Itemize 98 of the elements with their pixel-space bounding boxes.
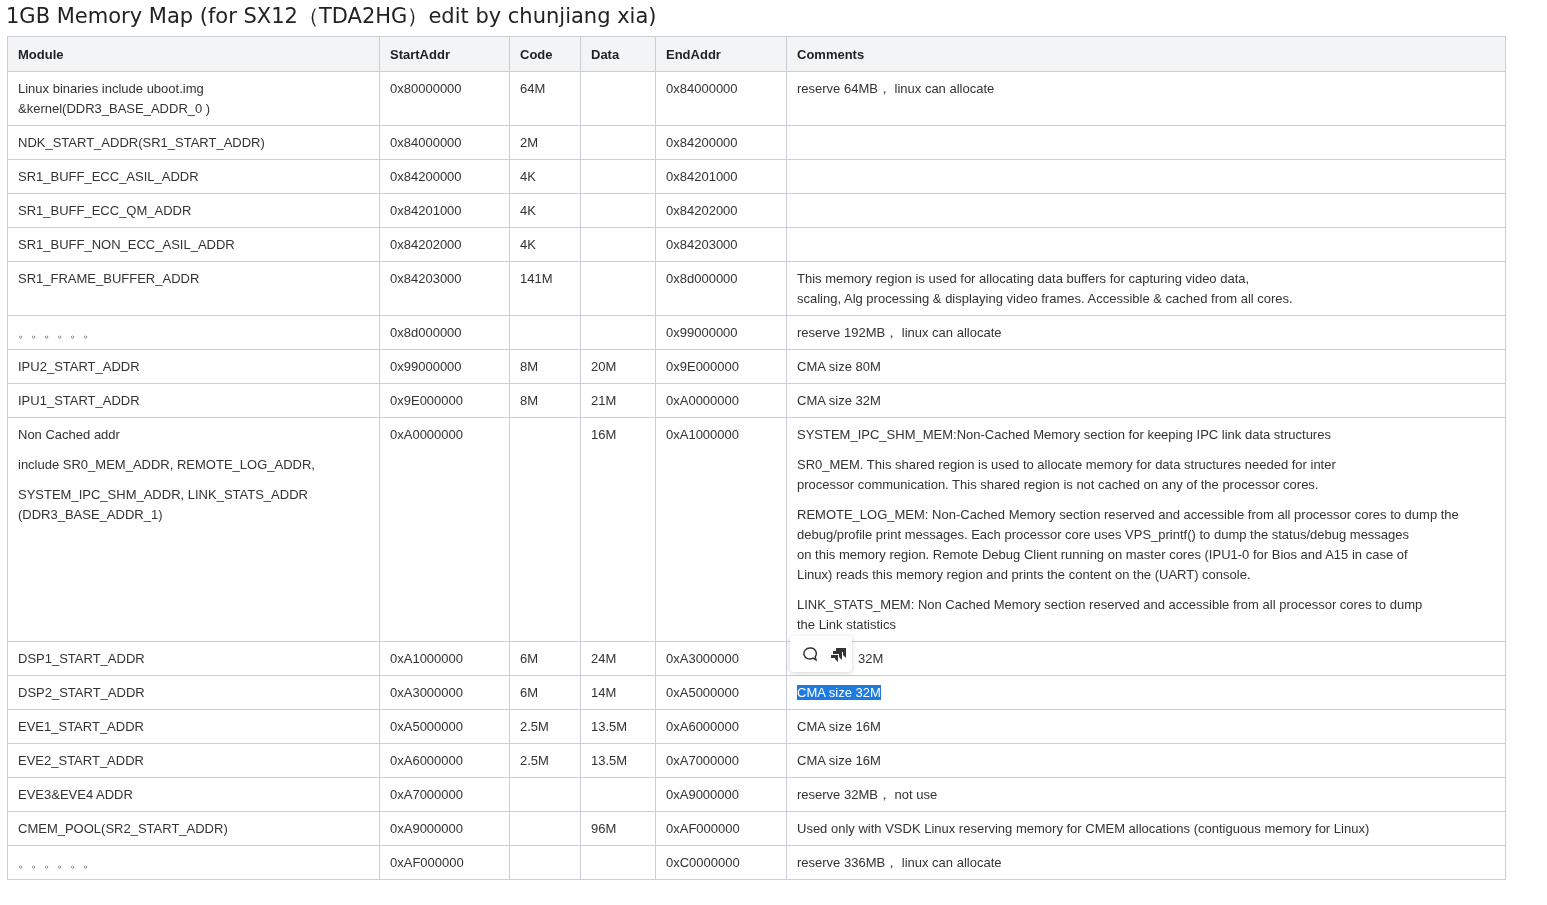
comment-text: CMA size 80M <box>797 358 882 376</box>
table-cell-text: 4K <box>520 202 537 220</box>
table-cell-text: 0xAF000000 <box>390 854 465 872</box>
comment-text: CMA size 32M <box>797 684 882 702</box>
comment-text: CMA size 16M <box>797 752 882 770</box>
table-cell-text: 0xA7000000 <box>666 752 740 770</box>
column-header: Data <box>580 36 656 72</box>
table-cell-text: 0xA6000000 <box>666 718 740 736</box>
table-cell-text: 6M <box>520 650 540 668</box>
table-cell-text: 21M <box>591 392 618 410</box>
module-name: CMEM_POOL(SR2_START_ADDR) <box>18 820 229 838</box>
table-cell-text: 0x84201000 <box>390 202 463 220</box>
table-cell-text: 13.5M <box>591 718 629 736</box>
page-title: 1GB Memory Map (for SX12（TDA2HG）edit by chunjiang xia) <box>6 3 658 30</box>
comment-text: reserve 32MB， not use <box>797 786 939 804</box>
comment-text: LINK_STATS_MEM: Non Cached Memory section reserved and accessible from all processor cores to dump the Link statistics <box>797 596 1424 634</box>
module-name: Linux binaries include uboot.img &kernel(DDR3_BASE_ADDR_0 ) <box>18 80 212 118</box>
table-cell-text: 0x84202000 <box>390 236 463 254</box>
table-cell-text: 0x84200000 <box>390 168 463 186</box>
table-cell-text: 16M <box>591 426 618 444</box>
table-cell-text: 2M <box>520 134 540 152</box>
comment-text: reserve 192MB， linux can allocate <box>797 324 1003 342</box>
comment-text: 32M <box>858 650 885 668</box>
table-cell-text: 0x8d000000 <box>390 324 463 342</box>
table-cell-text: 0x9E000000 <box>390 392 464 410</box>
table-cell-text: 2.5M <box>520 752 550 770</box>
table-cell-text: 0xAF000000 <box>666 820 741 838</box>
table-cell-text: 0x84201000 <box>666 168 739 186</box>
table-cell-text: 0xA5000000 <box>390 718 464 736</box>
table-cell-text: 0xC0000000 <box>666 854 741 872</box>
module-name: include SR0_MEM_ADDR, REMOTE_LOG_ADDR, <box>18 456 316 474</box>
table-cell-text: 96M <box>591 820 618 838</box>
module-name: IPU2_START_ADDR <box>18 358 141 376</box>
table-cell-text: 0x84000000 <box>666 80 739 98</box>
table-cell-text: 0x84000000 <box>390 134 463 152</box>
module-name: DSP1_START_ADDR <box>18 650 146 668</box>
comment-text: Used only with VSDK Linux reserving memory for CMEM allocations (contiguous memory for Linux) <box>797 820 1371 838</box>
comment-text: reserve 64MB， linux can allocate <box>797 80 996 98</box>
table-cell-text: 0x84200000 <box>666 134 739 152</box>
table-cell-text: 0x99000000 <box>390 358 463 376</box>
module-name: EVE1_START_ADDR <box>18 718 145 736</box>
table-cell-text: 0x8d000000 <box>666 270 739 288</box>
table-cell-text: 0xA1000000 <box>666 426 740 444</box>
comment-text: SR0_MEM. This shared region is used to allocate memory for data structures needed for inter processor communication. This shared region is not cached on any of the processor cores. <box>797 456 1337 494</box>
module-name: SR1_BUFF_NON_ECC_ASIL_ADDR <box>18 236 236 254</box>
table-cell-text: 0xA3000000 <box>666 650 740 668</box>
module-name: EVE2_START_ADDR <box>18 752 145 770</box>
table-cell-text: 14M <box>591 684 618 702</box>
table-cell-text: 0xA7000000 <box>390 786 464 804</box>
comment-icon[interactable] <box>802 646 818 662</box>
module-name: 。。。。。。 <box>18 854 97 872</box>
column-header: EndAddr <box>655 36 787 72</box>
comment-text: CMA size 32M <box>797 392 882 410</box>
column-header: Comments <box>786 36 1506 72</box>
table-cell-text: 0x84203000 <box>666 236 739 254</box>
module-name: DSP2_START_ADDR <box>18 684 146 702</box>
module-name: IPU1_START_ADDR <box>18 392 141 410</box>
table-cell-text: 4K <box>520 168 537 186</box>
comment-text: REMOTE_LOG_MEM: Non-Cached Memory section reserved and accessible from all processor cores to dump the debug/profile print messages. Each processor core uses VPS_printf() to dump the status/debug messages on this memory region. Remote Debug Client running on master cores (IPU1-0 for Bios and A15 in case of Linux) reads this memory region and prints the content on the (UART) console. <box>797 506 1460 584</box>
table-cell-text: 24M <box>591 650 618 668</box>
table-cell-text: 20M <box>591 358 618 376</box>
table-cell-text: 13.5M <box>591 752 629 770</box>
column-header: StartAddr <box>379 36 510 72</box>
comment-text: This memory region is used for allocating data buffers for capturing video data, scaling, Alg processing & displaying video frames. Accessible & cached from all cores. <box>797 270 1294 308</box>
table-cell-text: 0xA1000000 <box>390 650 464 668</box>
table-cell-text: 8M <box>520 392 540 410</box>
table-cell-text: 6M <box>520 684 540 702</box>
table-cell-text: 0x84203000 <box>390 270 463 288</box>
module-name: EVE3&EVE4 ADDR <box>18 786 134 804</box>
table-cell-text: 0xA0000000 <box>390 426 464 444</box>
module-name: Non Cached addr <box>18 426 121 444</box>
module-name: SYSTEM_IPC_SHM_ADDR, LINK_STATS_ADDR (DDR3_BASE_ADDR_1) <box>18 486 309 524</box>
table-cell-text: 8M <box>520 358 540 376</box>
table-cell-text: 0xA5000000 <box>666 684 740 702</box>
table-cell-text: 0xA9000000 <box>666 786 740 804</box>
table-cell-text: 4K <box>520 236 537 254</box>
module-name: SR1_FRAME_BUFFER_ADDR <box>18 270 201 288</box>
table-cell-text: 64M <box>520 80 547 98</box>
table-cell-text: 0x80000000 <box>390 80 463 98</box>
module-name: 。。。。。。 <box>18 324 97 342</box>
table-cell-text: 0xA9000000 <box>390 820 464 838</box>
table-cell-text: 0xA6000000 <box>390 752 464 770</box>
column-header: Code <box>509 36 581 72</box>
table-cell-text: 0x99000000 <box>666 324 739 342</box>
table-cell-text: 0x9E000000 <box>666 358 740 376</box>
table-cell-text: 0xA0000000 <box>666 392 740 410</box>
comment-text: CMA size 16M <box>797 718 882 736</box>
module-name: NDK_START_ADDR(SR1_START_ADDR) <box>18 134 266 152</box>
column-header: Module <box>7 36 380 72</box>
stacked-arrows-icon[interactable] <box>830 646 848 662</box>
comment-text: reserve 336MB， linux can allocate <box>797 854 1003 872</box>
comment-text: SYSTEM_IPC_SHM_MEM:Non-Cached Memory section for keeping IPC link data structures <box>797 426 1332 444</box>
table-cell-text: 2.5M <box>520 718 550 736</box>
module-name: SR1_BUFF_ECC_ASIL_ADDR <box>18 168 200 186</box>
module-name: SR1_BUFF_ECC_QM_ADDR <box>18 202 193 220</box>
table-cell-text: 0xA3000000 <box>390 684 464 702</box>
table-cell-text: 141M <box>520 270 554 288</box>
table-cell-text: 0x84202000 <box>666 202 739 220</box>
